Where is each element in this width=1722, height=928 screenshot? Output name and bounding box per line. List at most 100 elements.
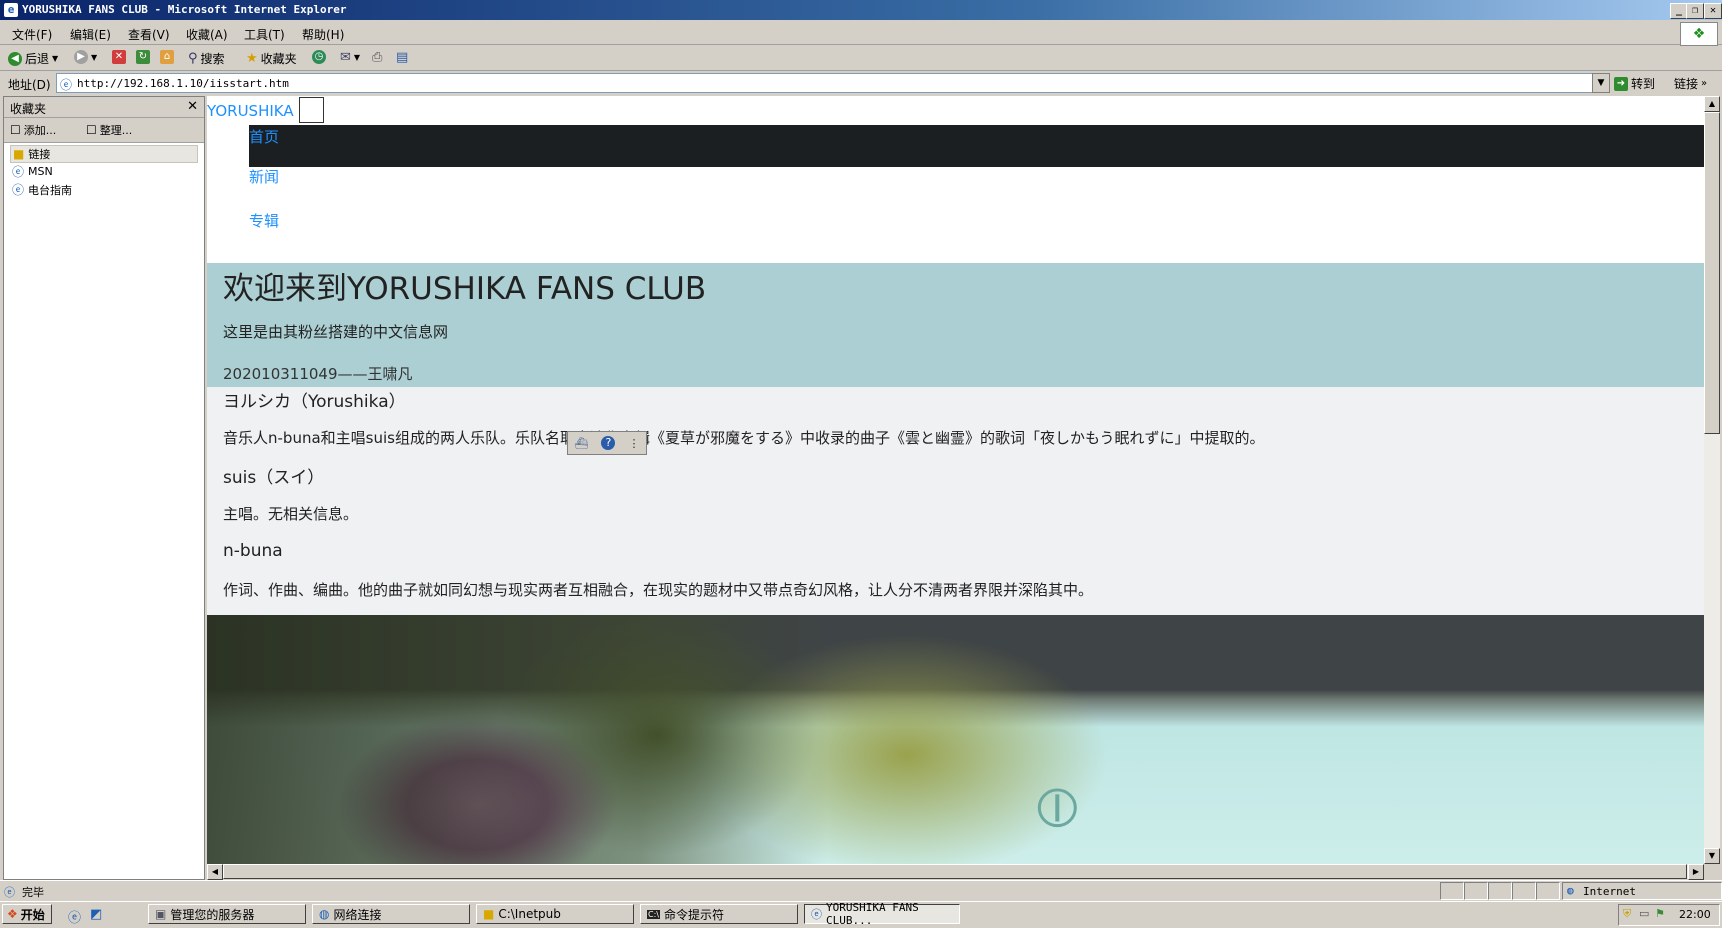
nav-albums[interactable]: 专辑 [249,210,279,231]
start-label: 开始 [20,907,45,922]
save-image-icon[interactable]: ⛴ [575,437,589,450]
go-arrow-icon: ➜ [1614,76,1628,91]
shield-icon[interactable]: ⛨ [1623,907,1631,921]
photo-decoration: ⦶ [1037,775,1078,840]
task-manage-server[interactable]: ▣ 管理您的服务器 [148,904,306,924]
favorites-pane: 收藏夹 ✕ ☐ 添加... ☐ 整理... ■ 链接 ⓔ MSN ⓔ 电台指南 [3,96,205,880]
favorites-label: 收藏夹 [260,52,297,66]
task-ie[interactable]: ⓔ YORUSHIKA FANS CLUB... [804,901,960,927]
stop-button[interactable]: ✕ [112,50,126,64]
back-dropdown-icon[interactable]: ▼ [52,54,58,63]
title-bar: e YORUSHIKA FANS CLUB - Microsoft Intern… [0,0,1722,20]
horizontal-scrollbar[interactable]: ◀ ▶ [207,864,1704,880]
go-button[interactable]: ➜ 转到 [1614,75,1655,92]
links-button[interactable]: 链接 » [1674,75,1707,92]
forward-dropdown-icon[interactable]: ▼ [91,53,97,62]
hero-author: 202010311049——王啸凡 [223,365,413,383]
menu-tools[interactable]: 工具(T) [244,26,285,43]
photo-foliage [207,615,827,864]
favorites-folder-links[interactable]: ■ 链接 [10,145,198,163]
favorites-item-msn[interactable]: ⓔ MSN [12,163,53,180]
print-icon: ⎙ [372,50,383,65]
quicklaunch-desktop-icon[interactable]: ◩ [90,907,102,922]
address-url: http://192.168.1.10/iisstart.htm [77,77,289,90]
globe-icon: ◍ [1567,884,1574,897]
task-label: 管理您的服务器 [170,907,255,922]
stop-icon: ✕ [112,50,126,64]
address-dropdown-icon[interactable]: ▼ [1592,73,1610,93]
menu-help[interactable]: 帮助(H) [302,26,344,43]
search-button[interactable]: ⚲ 搜索 [188,50,225,67]
hero-title: 欢迎来到YORUSHIKA FANS CLUB [223,271,707,307]
ie-page-icon: ⓔ [12,183,25,197]
vertical-scrollbar[interactable]: ▲ ▼ [1704,96,1720,864]
status-cell [1512,882,1536,900]
image-toolbar: ⛴ ? ⋮ [567,431,647,455]
navbar-toggler[interactable] [299,97,324,123]
menu-file[interactable]: 文件(F) [12,26,52,43]
restore-button[interactable]: ❐ [1686,3,1704,19]
security-zone: ◍ Internet [1562,882,1722,900]
scroll-right-icon[interactable]: ▶ [1688,864,1704,880]
address-bar: 地址(D) ⓔ http://192.168.1.10/iisstart.htm… [0,72,1722,94]
home-icon: ⌂ [160,50,174,64]
task-cmd[interactable]: C:\ 命令提示符 [640,904,798,924]
favorites-button[interactable]: ★ 收藏夹 [246,50,297,67]
band-heading: ヨルシカ（Yorushika） [223,392,406,412]
favorites-folder-label: 链接 [28,148,51,161]
refresh-button[interactable]: ↻ [136,50,150,64]
task-label: 网络连接 [333,907,382,922]
hero-section: 欢迎来到YORUSHIKA FANS CLUB 这里是由其粉丝搭建的中文信息网 … [207,263,1704,387]
mail-dropdown-icon[interactable]: ▼ [354,53,360,62]
organize-favorites-button[interactable]: ☐ 整理... [86,122,132,138]
menu-favorites[interactable]: 收藏(A) [186,26,228,43]
home-button[interactable]: ⌂ [160,50,174,64]
scroll-up-icon[interactable]: ▲ [1704,96,1720,112]
window-title: YORUSHIKA FANS CLUB - Microsoft Internet… [22,3,347,16]
brand-link[interactable]: YORUSHIKA [207,102,294,120]
scroll-left-icon[interactable]: ◀ [207,864,223,880]
nav-news[interactable]: 新闻 [249,166,279,187]
intro-section: ヨルシカ（Yorushika） 音乐人n-buna和主唱suis组成的两人乐队。… [207,387,1704,615]
security-tray-icon[interactable]: ⚑ [1655,907,1665,920]
web-page: YORUSHIKA 首页 新闻 专辑 欢迎来到YORUSHIKA FANS CL… [207,96,1704,864]
folder-icon: ■ [483,907,495,921]
menu-edit[interactable]: 编辑(E) [70,26,111,43]
task-label: YORUSHIKA FANS CLUB... [826,901,919,927]
menu-view[interactable]: 查看(V) [128,26,170,43]
refresh-icon: ↻ [136,50,150,64]
cmd-icon: C:\ [647,909,660,919]
add-favorite-icon: ☐ [10,123,21,137]
edit-button[interactable]: ▤ [396,50,408,65]
nbuna-description: 作词、作曲、编曲。他的曲子就如同幻想与现实两者互相融合，在现实的题材中又带点奇幻… [223,581,1094,599]
start-button[interactable]: ❖ 开始 [2,904,52,924]
suis-description: 主唱。无相关信息。 [223,505,359,523]
close-pane-icon[interactable]: ✕ [187,99,198,114]
favorites-item-label: MSN [28,165,53,178]
task-network[interactable]: ◍ 网络连接 [312,904,470,924]
forward-button[interactable]: ▶ ▼ [74,50,97,64]
help-icon[interactable]: ? [601,436,616,450]
vertical-scroll-thumb[interactable] [1704,112,1720,434]
network-tray-icon[interactable]: ▭ [1639,907,1649,920]
print-button[interactable]: ⎙ [372,50,382,65]
close-window-button[interactable]: ✕ [1704,3,1722,19]
quicklaunch-ie-icon[interactable]: ⓔ [68,907,81,926]
add-favorite-button[interactable]: ☐ 添加... [10,122,56,138]
edit-page-icon: ▤ [396,50,409,65]
mail-button[interactable]: ✉ ▼ [340,50,360,65]
ie-page-icon: ⓔ [12,165,25,179]
favorites-item-radio[interactable]: ⓔ 电台指南 [12,181,72,198]
toolbar-menu-icon[interactable]: ⋮ [628,437,639,450]
status-cell [1536,882,1560,900]
go-label: 转到 [1631,77,1656,91]
history-button[interactable]: ◷ [312,50,326,64]
back-button[interactable]: ◀ 后退 ▼ [8,50,58,67]
address-input[interactable]: ⓔ http://192.168.1.10/iisstart.htm [56,73,1594,93]
horizontal-scroll-thumb[interactable] [223,864,1687,879]
address-label: 地址(D) [8,78,51,92]
scroll-down-icon[interactable]: ▼ [1704,848,1720,864]
task-inetpub[interactable]: ■ C:\Inetpub [476,904,634,924]
nav-home[interactable]: 首页 [249,126,279,147]
back-label: 后退 [25,52,50,66]
